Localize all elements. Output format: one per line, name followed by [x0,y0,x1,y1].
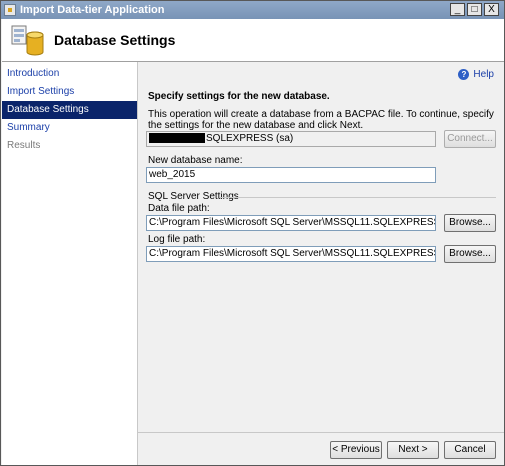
app-icon [4,4,16,16]
maximize-button[interactable]: □ [467,3,482,16]
next-button[interactable]: Next > [387,441,439,459]
nav-item-import-settings[interactable]: Import Settings [2,83,137,101]
redacted-server-name [149,133,205,144]
log-file-path-input[interactable]: C:\Program Files\Microsoft SQL Server\MS… [146,246,436,262]
wizard-nav: Introduction Import Settings Database Se… [2,62,138,465]
wizard-footer: < Previous Next > Cancel [138,432,504,465]
page-title: Database Settings [54,32,176,48]
browse-data-button[interactable]: Browse... [444,214,496,232]
settings-heading: Specify settings for the new database. [148,91,330,102]
help-label: Help [473,69,494,80]
server-connection-field: SQLEXPRESS (sa) [146,131,436,147]
data-file-path-label: Data file path: [148,203,210,214]
previous-button[interactable]: < Previous [330,441,382,459]
database-settings-icon [11,25,44,56]
nav-item-summary[interactable]: Summary [2,119,137,137]
log-file-path-label: Log file path: [148,234,206,245]
nav-item-database-settings[interactable]: Database Settings [2,101,137,119]
db-name-input[interactable]: web_2015 [146,167,436,183]
window-title: Import Data-tier Application [20,4,165,16]
data-file-path-input[interactable]: C:\Program Files\Microsoft SQL Server\MS… [146,215,436,231]
settings-panel: ? Help Specify settings for the new data… [138,62,504,432]
server-connection-value: SQLEXPRESS (sa) [206,133,294,144]
settings-description: This operation will create a database fr… [148,109,494,131]
cancel-button[interactable]: Cancel [444,441,496,459]
nav-item-introduction[interactable]: Introduction [2,65,137,83]
connect-button: Connect... [444,130,496,148]
browse-log-button[interactable]: Browse... [444,245,496,263]
title-bar[interactable]: Import Data-tier Application _ □ X [1,1,504,19]
db-name-label: New database name: [148,155,243,166]
nav-item-results: Results [7,140,41,151]
group-divider [220,197,496,198]
help-icon: ? [458,69,470,80]
page-header: Database Settings [2,19,504,62]
minimize-button[interactable]: _ [450,3,465,16]
import-dac-window: Import Data-tier Application _ □ X Datab… [0,0,505,466]
close-button[interactable]: X [484,3,499,16]
help-link[interactable]: ? Help [458,69,494,80]
